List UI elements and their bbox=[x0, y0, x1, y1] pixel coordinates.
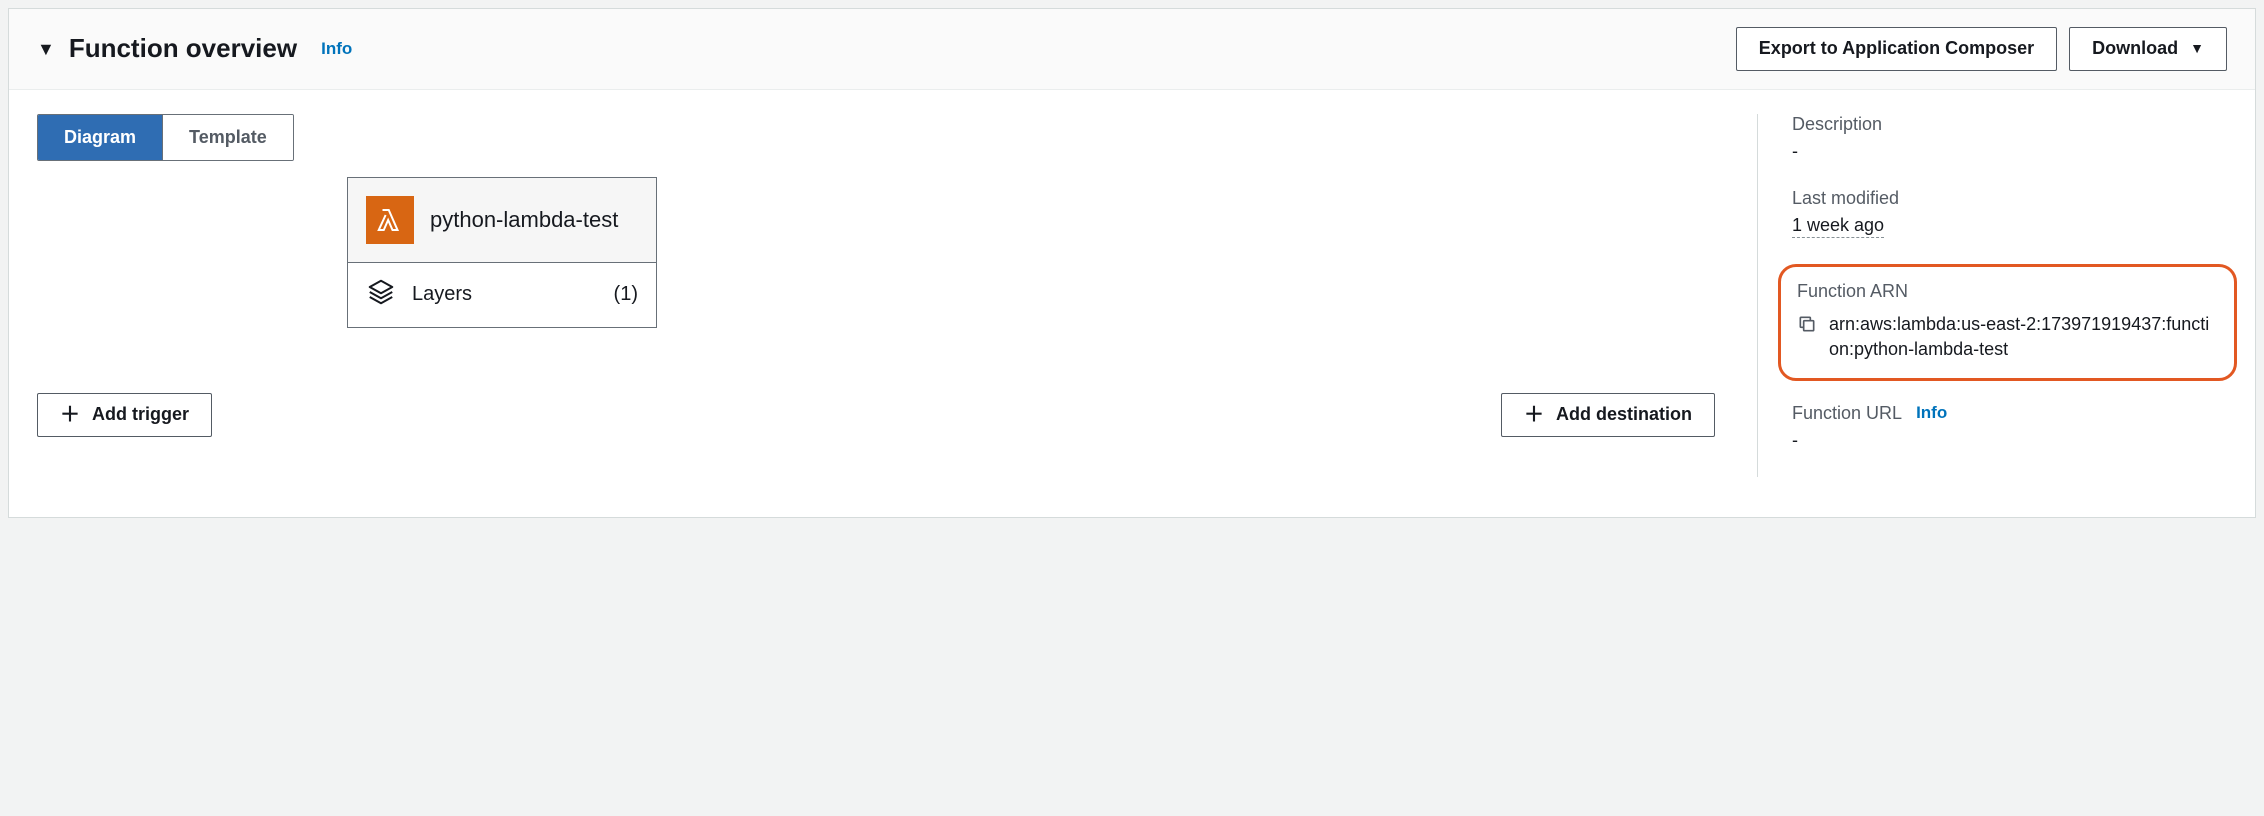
function-overview-panel: ▼ Function overview Info Export to Appli… bbox=[8, 8, 2256, 518]
function-url-label: Function URL bbox=[1792, 403, 1902, 424]
download-button-label: Download bbox=[2092, 38, 2178, 60]
add-trigger-label: Add trigger bbox=[92, 404, 189, 426]
layers-count: (1) bbox=[614, 283, 638, 306]
details-panel: Description - Last modified 1 week ago F… bbox=[1757, 114, 2227, 477]
collapse-caret-icon[interactable]: ▼ bbox=[37, 40, 55, 58]
function-arn-highlight: Function ARN arn:aws:lambda:us-east-2:17… bbox=[1778, 264, 2237, 381]
description-label: Description bbox=[1792, 114, 2227, 135]
add-trigger-button[interactable]: ＋ Add trigger bbox=[37, 393, 212, 437]
arn-value: arn:aws:lambda:us-east-2:173971919437:fu… bbox=[1829, 312, 2218, 362]
add-destination-button[interactable]: ＋ Add destination bbox=[1501, 393, 1715, 437]
last-modified-value[interactable]: 1 week ago bbox=[1792, 215, 1884, 238]
export-button-label: Export to Application Composer bbox=[1759, 38, 2034, 60]
panel-header: ▼ Function overview Info Export to Appli… bbox=[9, 9, 2255, 90]
panel-title: Function overview bbox=[69, 33, 297, 64]
view-toggle: Diagram Template bbox=[37, 114, 294, 161]
diagram-canvas: python-lambda-test Layers (1) bbox=[37, 177, 1757, 437]
arn-label: Function ARN bbox=[1797, 281, 2218, 302]
export-to-composer-button[interactable]: Export to Application Composer bbox=[1736, 27, 2057, 71]
add-destination-label: Add destination bbox=[1556, 404, 1692, 426]
caret-down-icon: ▼ bbox=[2190, 40, 2204, 57]
layers-label: Layers bbox=[412, 283, 614, 306]
plus-icon: ＋ bbox=[60, 405, 80, 425]
info-link[interactable]: Info bbox=[321, 39, 352, 59]
copy-icon[interactable] bbox=[1797, 314, 1817, 339]
function-url-value: - bbox=[1792, 430, 2227, 451]
tab-diagram[interactable]: Diagram bbox=[38, 115, 162, 160]
function-name: python-lambda-test bbox=[430, 206, 618, 234]
description-value: - bbox=[1792, 141, 2227, 162]
tab-template[interactable]: Template bbox=[162, 115, 293, 160]
download-button[interactable]: Download ▼ bbox=[2069, 27, 2227, 71]
layers-icon bbox=[366, 277, 396, 313]
last-modified-label: Last modified bbox=[1792, 188, 2227, 209]
function-node[interactable]: python-lambda-test Layers (1) bbox=[347, 177, 657, 328]
lambda-icon bbox=[366, 196, 414, 244]
layers-row[interactable]: Layers (1) bbox=[348, 263, 656, 327]
function-node-header: python-lambda-test bbox=[348, 178, 656, 263]
plus-icon: ＋ bbox=[1524, 405, 1544, 425]
function-url-info-link[interactable]: Info bbox=[1916, 403, 1947, 423]
